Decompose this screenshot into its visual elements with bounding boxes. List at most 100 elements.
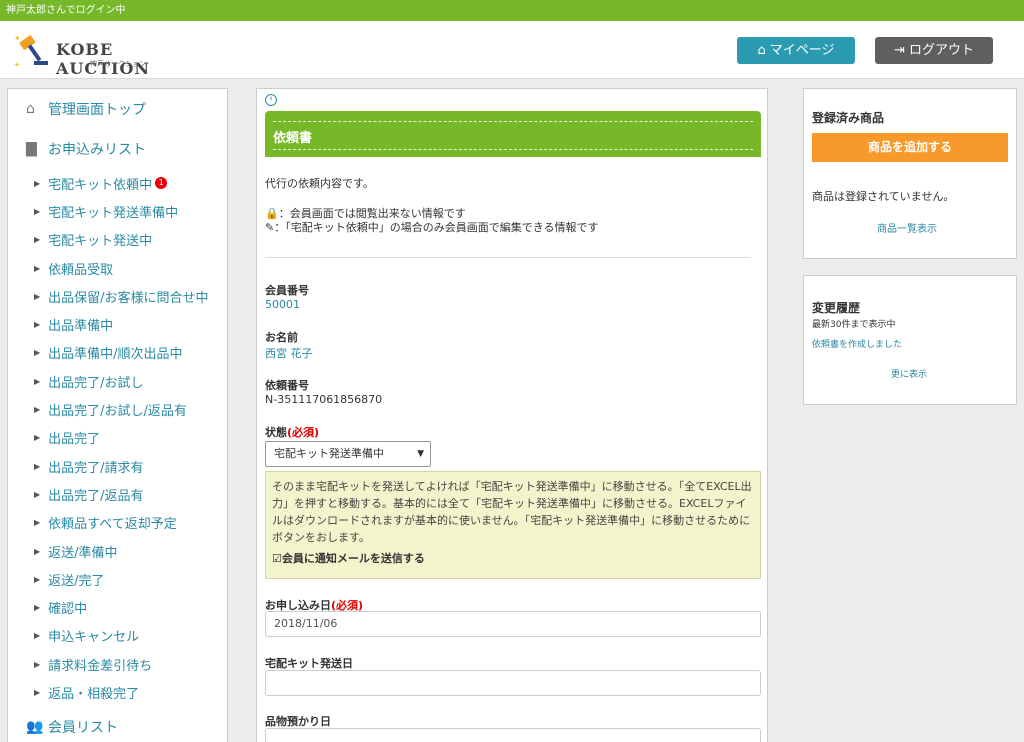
sidebar-application-list[interactable]: ▇ お申込みリスト xyxy=(8,129,227,169)
name-label: お名前 xyxy=(265,331,298,344)
kobe-auction-logo[interactable]: ✦ ✦ KOBE AUCTION 神戸オークション xyxy=(12,31,182,78)
sidebar-admin-top-label: 管理画面トップ xyxy=(48,102,146,118)
sidebar-status-label: 返品・相殺完了 xyxy=(48,686,140,702)
intro-text: 代行の依頼内容です。 xyxy=(265,177,374,190)
sidebar-status-label: 出品保留/お客様に問合せ中 xyxy=(48,290,209,306)
dropdown-arrow-icon: ▼ xyxy=(417,449,424,459)
chevron-right-icon: ▶ xyxy=(34,235,41,245)
sidebar-status-item[interactable]: ▶ 請求料金差引待ち xyxy=(8,650,227,678)
item-receive-date-input[interactable] xyxy=(265,728,761,742)
sidebar-admin-top[interactable]: ⌂ 管理画面トップ xyxy=(8,89,227,129)
gavel-logo-icon: ✦ ✦ xyxy=(14,34,48,69)
sidebar-status-item[interactable]: ▶ 宅配キット依頼中 1 xyxy=(8,169,227,197)
history-more-link[interactable]: 更に表示 xyxy=(891,367,927,380)
sidebar-status-item[interactable]: ▶ 確認中 xyxy=(8,593,227,621)
chevron-right-icon: ▶ xyxy=(34,433,41,443)
chevron-right-icon: ▶ xyxy=(34,659,41,669)
sidebar-status-item[interactable]: ▶ 申込キャンセル xyxy=(8,622,227,650)
status-note-box: そのまま宅配キットを発送してよければ「宅配キット発送準備中」に移動させる。「全て… xyxy=(265,471,761,579)
chevron-right-icon: ▶ xyxy=(34,348,41,358)
request-no-value: N-351117061856870 xyxy=(265,393,383,406)
chevron-right-icon: ▶ xyxy=(34,603,41,613)
legend-edit-text: ：「宅配キット依頼中」の場合のみ会員画面で編集できる情報です xyxy=(274,221,599,234)
divider xyxy=(265,257,751,258)
sidebar-status-label: 宅配キット依頼中 xyxy=(48,177,153,193)
request-no-label: 依頼番号 xyxy=(265,379,309,392)
sidebar-status-list: ▶ 宅配キット依頼中 1 ▶ 宅配キット発送準備中 ▶ 宅配キット発送中 ▶ 依頼品受取 ▶ 出品保… xyxy=(8,169,227,707)
sidebar-status-label: 宅配キット発送準備中 xyxy=(48,205,179,221)
user-group-icon: 👥 xyxy=(26,718,44,735)
notification-badge: 1 xyxy=(155,177,168,190)
sidebar-status-item[interactable]: ▶ 返送/完了 xyxy=(8,565,227,593)
chevron-right-icon: ▶ xyxy=(34,263,41,273)
sidebar-status-item[interactable]: ▶ 依頼品すべて返却予定 xyxy=(8,509,227,537)
chevron-right-icon: ▶ xyxy=(34,687,41,697)
member-no-link[interactable]: 50001 xyxy=(265,298,300,311)
sidebar-status-item[interactable]: ▶ 出品完了/お試し/返品有 xyxy=(8,395,227,423)
sidebar-status-item[interactable]: ▶ 出品完了/請求有 xyxy=(8,452,227,480)
sidebar-status-label: 依頼品すべて返却予定 xyxy=(48,517,177,533)
sidebar-status-item[interactable]: ▶ 宅配キット発送中 xyxy=(8,226,227,254)
chevron-right-icon: ▶ xyxy=(34,489,41,499)
sidebar-status-item[interactable]: ▶ 出品完了 xyxy=(8,424,227,452)
svg-text:✦: ✦ xyxy=(14,61,20,69)
sidebar-status-label: 返送/準備中 xyxy=(48,545,118,561)
site-header: ✦ ✦ KOBE AUCTION 神戸オークション ⌂ マイページ ⇥ ログアウト xyxy=(0,21,1024,79)
history-entry-link[interactable]: 依頼書を作成しました xyxy=(812,337,902,350)
sidebar: ⌂ 管理画面トップ ▇ お申込みリスト ▶ 宅配キット依頼中 1 ▶ 宅配キット発送準備… xyxy=(7,88,228,742)
chevron-right-icon: ▶ xyxy=(34,461,41,471)
status-select[interactable]: 宅配キット発送準備中 ▼ xyxy=(265,441,431,467)
sidebar-member-list-label: 会員リスト xyxy=(48,719,118,736)
status-note-text: そのまま宅配キットを発送してよければ「宅配キット発送準備中」に移動させる。「全て… xyxy=(272,480,752,544)
chevron-right-icon: ▶ xyxy=(34,405,41,415)
registered-products-panel: 登録済み商品 商品を追加する 商品は登録されていません。 商品一覧表示 xyxy=(803,88,1017,259)
checkbox-checked-icon: ☑ xyxy=(272,552,282,565)
sidebar-member-list[interactable]: 👥 会員リスト xyxy=(8,707,227,742)
logout-button[interactable]: ⇥ ログアウト xyxy=(875,37,993,64)
login-status-bar: 神戸太郎さんでログイン中 xyxy=(0,0,1024,21)
mypage-button[interactable]: ⌂ マイページ xyxy=(737,37,855,64)
sidebar-status-item[interactable]: ▶ 出品完了/お試し xyxy=(8,367,227,395)
sidebar-status-item[interactable]: ▶ 返送/準備中 xyxy=(8,537,227,565)
form-title-bar: 依頼書 xyxy=(265,111,761,157)
history-subtitle: 最新30件まで表示中 xyxy=(812,320,896,330)
request-form-panel: ‹ 依頼書 代行の依頼内容です。 🔒：会員画面では閲覧出来ない情報です ✎：「宅… xyxy=(256,88,768,742)
sidebar-status-item[interactable]: ▶ 出品完了/返品有 xyxy=(8,480,227,508)
apply-date-input[interactable]: 2018/11/06 xyxy=(265,611,761,637)
page-title: 依頼書 xyxy=(273,131,313,146)
products-panel-title: 登録済み商品 xyxy=(812,111,885,125)
product-list-link[interactable]: 商品一覧表示 xyxy=(877,220,937,235)
book-icon: ▇ xyxy=(26,141,37,157)
pencil-icon: ✎ xyxy=(265,221,275,234)
sidebar-status-label: 返送/完了 xyxy=(48,573,105,589)
chevron-right-icon: ▶ xyxy=(34,518,41,528)
sidebar-status-item[interactable]: ▶ 出品準備中/順次出品中 xyxy=(8,339,227,367)
sidebar-status-label: 申込キャンセル xyxy=(48,630,140,646)
sidebar-status-item[interactable]: ▶ 出品保留/お客様に問合せ中 xyxy=(8,282,227,310)
chevron-right-icon: ▶ xyxy=(34,376,41,386)
sidebar-application-list-label: お申込みリスト xyxy=(48,142,146,158)
back-circle-icon[interactable]: ‹ xyxy=(265,94,277,106)
sidebar-status-label: 出品完了 xyxy=(48,432,101,448)
item-receive-date-label: 品物預かり日 xyxy=(265,715,331,728)
status-label-text: 状態 xyxy=(265,426,287,439)
chevron-right-icon: ▶ xyxy=(34,206,41,216)
chevron-right-icon: ▶ xyxy=(34,291,41,301)
home-icon: ⌂ xyxy=(757,43,766,58)
sidebar-status-label: 出品準備中 xyxy=(48,319,114,335)
sidebar-status-item[interactable]: ▶ 返品・相殺完了 xyxy=(8,678,227,706)
chevron-right-icon: ▶ xyxy=(34,574,41,584)
sidebar-status-item[interactable]: ▶ 依頼品受取 xyxy=(8,254,227,282)
sidebar-status-label: 依頼品受取 xyxy=(48,262,114,278)
add-product-button[interactable]: 商品を追加する xyxy=(812,133,1008,162)
kit-ship-date-input[interactable] xyxy=(265,670,761,696)
sidebar-status-item[interactable]: ▶ 出品準備中 xyxy=(8,310,227,338)
member-name-link[interactable]: 西宮 花子 xyxy=(265,345,313,361)
required-mark: (必須) xyxy=(287,426,320,439)
change-history-panel: 変更履歴 最新30件まで表示中 依頼書を作成しました 更に表示 xyxy=(803,275,1017,405)
sidebar-status-item[interactable]: ▶ 宅配キット発送準備中 xyxy=(8,197,227,225)
notify-checkbox[interactable]: ☑会員に通知メールを送信する xyxy=(272,550,425,567)
home-icon: ⌂ xyxy=(26,101,35,117)
member-no-label: 会員番号 xyxy=(265,284,309,297)
chevron-right-icon: ▶ xyxy=(34,631,41,641)
